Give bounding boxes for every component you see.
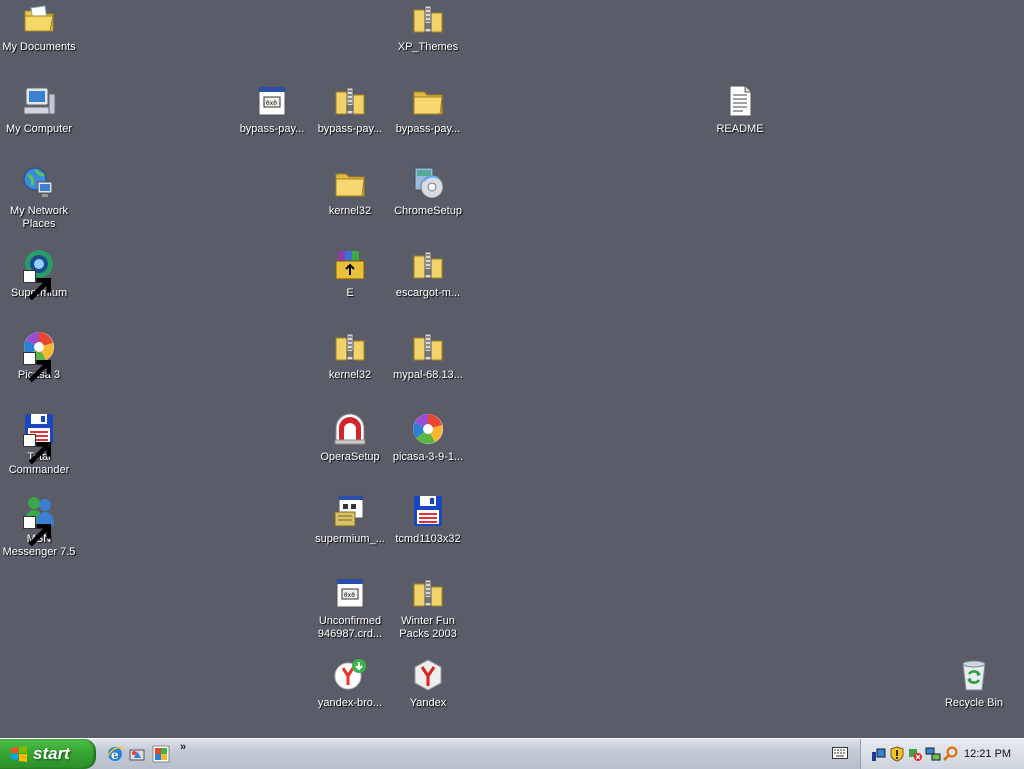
zip-folder-icon [411, 2, 445, 36]
desktop-icon-bypass-pay-zip[interactable]: bypass-pay... [312, 84, 388, 136]
zip-folder-icon [411, 576, 445, 610]
shortcut-arrow-icon [23, 434, 52, 465]
desktop-icon-total-commander[interactable]: Total Commander [1, 412, 77, 477]
zip-folder-icon [411, 248, 445, 282]
desktop-icon-my-documents[interactable]: My Documents [1, 2, 77, 54]
windows-logo-icon [11, 746, 27, 762]
desktop-icon-mypal[interactable]: mypal-68.13... [390, 330, 466, 382]
icon-label: mypal-68.13... [393, 369, 463, 381]
icon-label: My Documents [2, 41, 76, 53]
clock[interactable]: 12:21 PM [964, 748, 1011, 760]
taskbar: start e » 12:21 PM [0, 738, 1024, 769]
svg-text:0x0: 0x0 [266, 100, 277, 107]
show-desktop-icon[interactable] [128, 745, 146, 763]
desktop-icon-readme[interactable]: README [702, 84, 778, 136]
icon-label: escargot-m... [395, 287, 461, 299]
icon-label: My Computer [5, 123, 73, 135]
shortcut-arrow-icon [23, 516, 52, 547]
icon-label: Recycle Bin [944, 697, 1004, 709]
zip-folder-icon [333, 84, 367, 118]
icon-label: bypass-pay... [317, 123, 383, 135]
zip-folder-icon [411, 330, 445, 364]
security-shield-icon[interactable] [889, 746, 905, 762]
icon-label: kernel32 [328, 205, 372, 217]
desktop-icon-unconfirmed-download[interactable]: 0x0 Unconfirmed 946987.crd... [312, 576, 388, 641]
keyboard-layout-icon[interactable] [832, 747, 848, 759]
yandex-icon [411, 658, 445, 692]
msn-messenger-icon [22, 494, 56, 547]
folder-icon [411, 84, 445, 118]
internet-explorer-icon[interactable]: e [106, 745, 124, 763]
desktop-icon-e[interactable]: E [312, 248, 388, 300]
desktop-icon-operasetup[interactable]: OperaSetup [312, 412, 388, 464]
icon-label: tcmd1103x32 [395, 533, 461, 545]
yandex-browser-download-icon [333, 658, 367, 692]
shortcut-arrow-icon [23, 352, 52, 383]
desktop-icon-supermium-installer[interactable]: supermium_... [312, 494, 388, 546]
desktop-icon-tcmd[interactable]: tcmd1103x32 [390, 494, 466, 546]
executable-file-icon: 0x0 [255, 84, 289, 118]
icon-label: Unconfirmed 946987.crd... [317, 615, 383, 640]
desktop-icon-bypass-pay-exe[interactable]: 0x0 bypass-pay... [234, 84, 310, 136]
safely-remove-icon[interactable] [907, 746, 923, 762]
desktop-icon-bypass-pay-folder[interactable]: bypass-pay... [390, 84, 466, 136]
icon-label: kernel32 [328, 369, 372, 381]
network-icon[interactable] [871, 746, 887, 762]
opera-setup-icon [333, 412, 367, 446]
desktop-icon-my-computer[interactable]: My Computer [1, 84, 77, 136]
supermium-icon [22, 248, 56, 301]
desktop-icon-winter-fun-packs[interactable]: Winter Fun Packs 2003 [390, 576, 466, 641]
search-icon[interactable] [943, 746, 959, 762]
desktop-icon-kernel32-folder[interactable]: kernel32 [312, 166, 388, 218]
icon-label: ChromeSetup [394, 205, 462, 217]
zip-folder-icon [333, 330, 367, 364]
icon-label: bypass-pay... [395, 123, 461, 135]
picasa-icon [22, 330, 56, 383]
picasa-quick-icon[interactable] [152, 745, 170, 763]
desktop-icon-msn-messenger[interactable]: MSN Messenger 7.5 [1, 494, 77, 559]
recycle-bin-icon [957, 658, 991, 692]
quick-launch-overflow[interactable]: » [180, 741, 186, 753]
winrar-archive-icon [333, 248, 367, 282]
desktop-icon-yandex-browser-installer[interactable]: yandex-bro... [312, 658, 388, 710]
desktop-icon-supermium[interactable]: Supermium [1, 248, 77, 301]
icon-label: Yandex [409, 697, 447, 709]
icon-label: OperaSetup [320, 451, 380, 463]
icon-label: README [716, 123, 764, 135]
icon-label: E [346, 287, 354, 299]
folder-icon [333, 166, 367, 200]
my-documents-icon [22, 2, 56, 36]
desktop-icon-picasa-installer[interactable]: picasa-3-9-1... [390, 412, 466, 464]
desktop-icon-recycle-bin[interactable]: Recycle Bin [936, 658, 1012, 710]
shortcut-arrow-icon [23, 270, 52, 301]
network-places-icon [22, 166, 56, 200]
svg-text:0x0: 0x0 [344, 592, 355, 599]
icon-label: supermium_... [315, 533, 385, 545]
desktop-icon-picasa-3[interactable]: Picasa 3 [1, 330, 77, 383]
icon-label: Winter Fun Packs 2003 [399, 615, 457, 640]
desktop-icon-escargot[interactable]: escargot-m... [390, 248, 466, 300]
desktop-icon-xp-themes[interactable]: XP_Themes [390, 2, 466, 54]
text-document-icon [723, 84, 757, 118]
setup-installer-icon [411, 166, 445, 200]
my-computer-icon [22, 84, 56, 118]
desktop: My Documents My Computer My Network Plac… [0, 0, 1024, 738]
total-commander-icon [411, 494, 445, 528]
desktop-icon-chromesetup[interactable]: ChromeSetup [390, 166, 466, 218]
start-label: start [33, 744, 70, 763]
icon-label: picasa-3-9-1... [392, 451, 464, 463]
icon-label: XP_Themes [397, 41, 459, 53]
desktop-icon-kernel32-zip[interactable]: kernel32 [312, 330, 388, 382]
desktop-icon-my-network-places[interactable]: My Network Places [1, 166, 77, 231]
installer-program-icon [333, 494, 367, 528]
icon-label: My Network Places [9, 205, 69, 230]
desktop-icon-yandex[interactable]: Yandex [390, 658, 466, 710]
picasa-icon [411, 412, 445, 446]
start-button[interactable]: start [0, 739, 96, 769]
executable-file-icon: 0x0 [333, 576, 367, 610]
icon-label: yandex-bro... [317, 697, 383, 709]
network-connection-icon[interactable] [925, 746, 941, 762]
icon-label: bypass-pay... [239, 123, 305, 135]
total-commander-icon [22, 412, 56, 465]
